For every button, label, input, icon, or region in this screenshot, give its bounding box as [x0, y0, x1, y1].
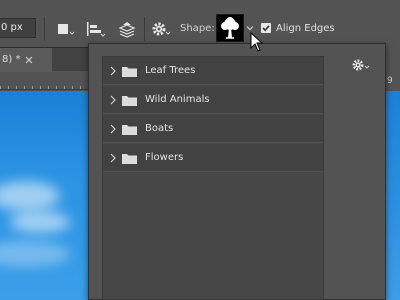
folder-icon	[122, 125, 137, 135]
close-icon[interactable]	[24, 55, 34, 65]
size-input[interactable]: 0 px	[0, 18, 36, 38]
shape-picker-panel: Leaf Trees Wild Animals Boats Flowers	[88, 43, 386, 300]
folder-label: Leaf Trees	[145, 65, 196, 76]
ruler-number: 9	[387, 76, 393, 86]
cloud	[0, 181, 60, 211]
shape-label: Shape:	[180, 23, 215, 34]
document-canvas[interactable]	[0, 91, 92, 300]
cloud	[10, 211, 70, 233]
chevron-right-icon[interactable]	[109, 124, 117, 134]
path-alignment-icon[interactable]	[84, 20, 106, 38]
horizontal-ruler	[0, 74, 92, 90]
chevron-right-icon[interactable]	[109, 95, 117, 105]
tree-shape-icon	[221, 17, 239, 39]
align-edges-label[interactable]: Align Edges	[276, 23, 335, 34]
square-path-operations-icon[interactable]	[54, 20, 76, 38]
folder-label: Flowers	[145, 152, 184, 163]
path-arrangement-icon[interactable]	[116, 20, 138, 38]
mouse-cursor-icon	[250, 32, 264, 52]
document-tab-strip: 8) *	[0, 47, 92, 72]
gear-icon[interactable]	[150, 20, 172, 38]
gear-icon[interactable]	[351, 58, 371, 72]
folder-icon	[122, 154, 137, 164]
folder-row-wild-animals[interactable]: Wild Animals	[103, 86, 323, 114]
chevron-down-icon[interactable]	[246, 24, 254, 32]
folder-row-flowers[interactable]: Flowers	[103, 144, 323, 172]
cloud	[0, 241, 70, 267]
divider	[144, 17, 145, 41]
shape-folder-list: Leaf Trees Wild Animals Boats Flowers	[102, 56, 324, 300]
document-tab-label: 8) *	[2, 54, 21, 65]
folder-row-boats[interactable]: Boats	[103, 115, 323, 143]
options-bar: 0 px Shape: Align Edges	[0, 0, 400, 46]
folder-label: Wild Animals	[145, 94, 210, 105]
chevron-right-icon[interactable]	[109, 66, 117, 76]
folder-icon	[122, 67, 137, 77]
divider	[44, 17, 45, 41]
chevron-right-icon[interactable]	[109, 153, 117, 163]
folder-row-leaf-trees[interactable]: Leaf Trees	[103, 57, 323, 85]
folder-icon	[122, 96, 137, 106]
folder-label: Boats	[145, 123, 174, 134]
shape-picker-button[interactable]	[216, 14, 244, 42]
document-tab[interactable]: 8) *	[0, 48, 52, 72]
